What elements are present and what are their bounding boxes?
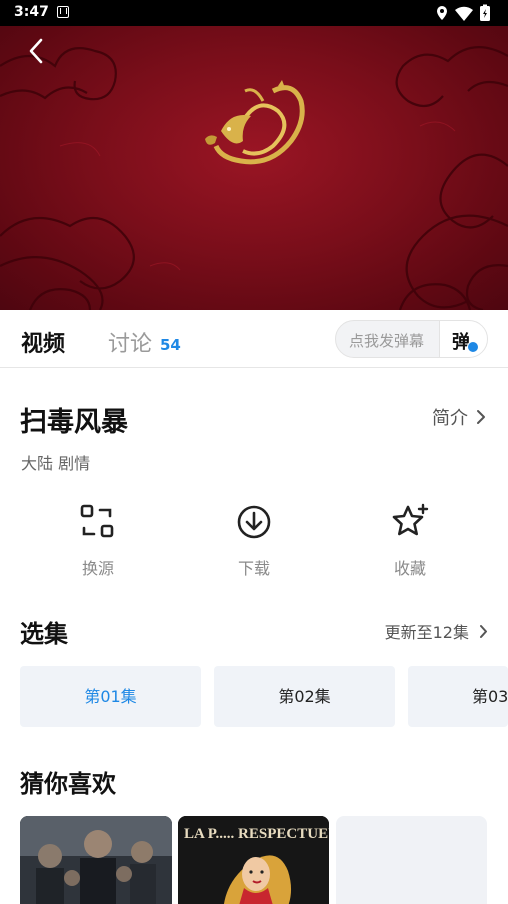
location-icon — [437, 6, 447, 20]
intro-label: 简介 — [432, 408, 468, 429]
back-arrow-icon[interactable] — [22, 36, 52, 66]
episodes-more-link[interactable]: 更新至12集 — [385, 619, 488, 643]
poster-title-text: LA P..... RESPECTUEUSE — [184, 826, 329, 842]
episode-button[interactable]: 第02集 — [214, 666, 395, 727]
tab-bar: 视频 讨论 54 点我发弹幕 弹 — [0, 310, 508, 368]
player-background-art — [0, 46, 508, 310]
episodes-update-text: 更新至12集 — [384, 623, 469, 642]
show-tags: 大陆 剧情 — [21, 454, 91, 473]
chevron-right-icon — [477, 410, 485, 424]
recommend-poster[interactable]: LA P..... RESPECTUEUSE — [178, 816, 329, 904]
battery-icon — [480, 4, 490, 21]
notification-icon — [57, 6, 69, 18]
download-icon — [237, 505, 271, 539]
episode-button[interactable]: 第03集 — [408, 666, 508, 727]
status-time: 3:47 — [14, 4, 49, 20]
switch-source-icon — [80, 504, 114, 538]
switch-source-label: 换源 — [81, 559, 114, 578]
tab-discuss[interactable]: 讨论 — [108, 326, 152, 358]
wifi-icon — [455, 6, 473, 21]
chevron-right-icon — [480, 624, 487, 638]
status-icons — [437, 4, 490, 21]
tab-video[interactable]: 视频 — [21, 326, 65, 358]
status-bar: 3:47 — [0, 0, 508, 26]
episode-button[interactable]: 第01集 — [20, 666, 201, 727]
switch-source-button[interactable]: 换源 — [38, 502, 158, 582]
download-button[interactable]: 下载 — [194, 502, 314, 582]
poster-image: LA P..... RESPECTUEUSE — [178, 816, 329, 904]
intro-link[interactable]: 简介 — [432, 404, 486, 430]
danmu-toggle-button[interactable]: 弹 — [439, 321, 487, 357]
poster-image — [20, 816, 172, 904]
danmu-placeholder: 点我发弹幕 — [349, 332, 425, 350]
episodes-title: 选集 — [20, 620, 68, 648]
recommend-poster-placeholder[interactable] — [336, 816, 487, 904]
favorite-label: 收藏 — [393, 559, 426, 578]
favorite-button[interactable]: 收藏 — [350, 502, 470, 582]
video-player[interactable] — [0, 26, 508, 310]
download-label: 下载 — [237, 559, 270, 578]
recommend-title: 猜你喜欢 — [20, 770, 116, 798]
star-icon — [392, 503, 429, 536]
check-icon — [467, 341, 479, 353]
show-title: 扫毒风暴 — [20, 407, 128, 438]
phoenix-logo — [205, 80, 305, 165]
danmu-input[interactable]: 点我发弹幕 弹 — [335, 320, 488, 358]
recommend-poster[interactable] — [20, 816, 172, 904]
discuss-count-badge: 54 — [160, 336, 181, 354]
